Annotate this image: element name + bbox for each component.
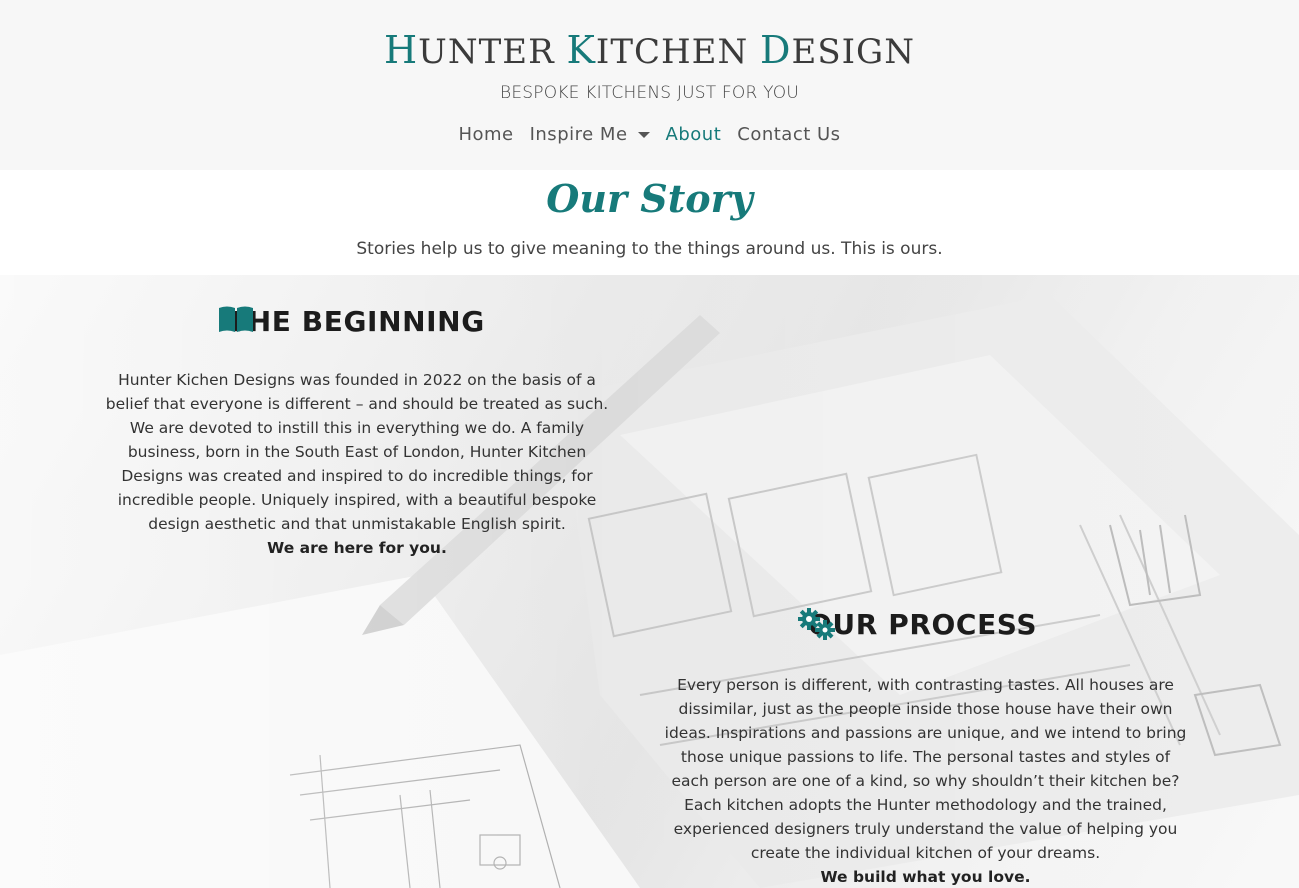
beginning-heading: THE BEGINNING (218, 305, 485, 338)
process-title: OUR PROCESS (808, 608, 1038, 641)
process-text: Every person is different, with contrast… (664, 676, 1187, 862)
brand-word-design: ESIGN (791, 32, 915, 72)
story-title: Our Story (546, 176, 753, 221)
nav-about[interactable]: About (666, 124, 722, 145)
brand-letter-k: K (566, 28, 596, 72)
caret-down-icon (637, 131, 650, 138)
story-subtitle: Stories help us to give meaning to the t… (356, 239, 943, 259)
brand-letter-h: H (384, 28, 419, 72)
nav-inspire-label: Inspire Me (529, 124, 628, 145)
process-paragraph: Every person is different, with contrast… (662, 673, 1189, 888)
brand-word-hunter: UNTER (418, 32, 555, 72)
brand-letter-d: D (760, 28, 792, 72)
nav-home[interactable]: Home (458, 124, 513, 145)
brand-word-kitchen: ITCHEN (595, 32, 749, 72)
background-blueprint-section: THE BEGINNING Hunter Kichen Designs was … (0, 275, 1299, 888)
process-heading: OUR PROCESS (798, 608, 1037, 641)
brand-logo[interactable]: HUNTER KITCHEN DESIGN (0, 28, 1299, 72)
nav-contact-us[interactable]: Contact Us (737, 124, 840, 145)
tagline: BESPOKE KITCHENS JUST FOR YOU (500, 83, 799, 103)
site-header: HUNTER KITCHEN DESIGN BESPOKE KITCHENS J… (0, 0, 1299, 170)
beginning-paragraph: Hunter Kichen Designs was founded in 202… (96, 368, 618, 560)
beginning-text: Hunter Kichen Designs was founded in 202… (105, 371, 609, 533)
beginning-closing: We are here for you. (267, 539, 447, 557)
beginning-title: THE BEGINNING (228, 305, 485, 338)
nav-inspire-me[interactable]: Inspire Me (530, 124, 650, 145)
process-closing: We build what you love. (820, 868, 1031, 886)
main-nav: Home Inspire Me About Contact Us (0, 124, 1299, 145)
